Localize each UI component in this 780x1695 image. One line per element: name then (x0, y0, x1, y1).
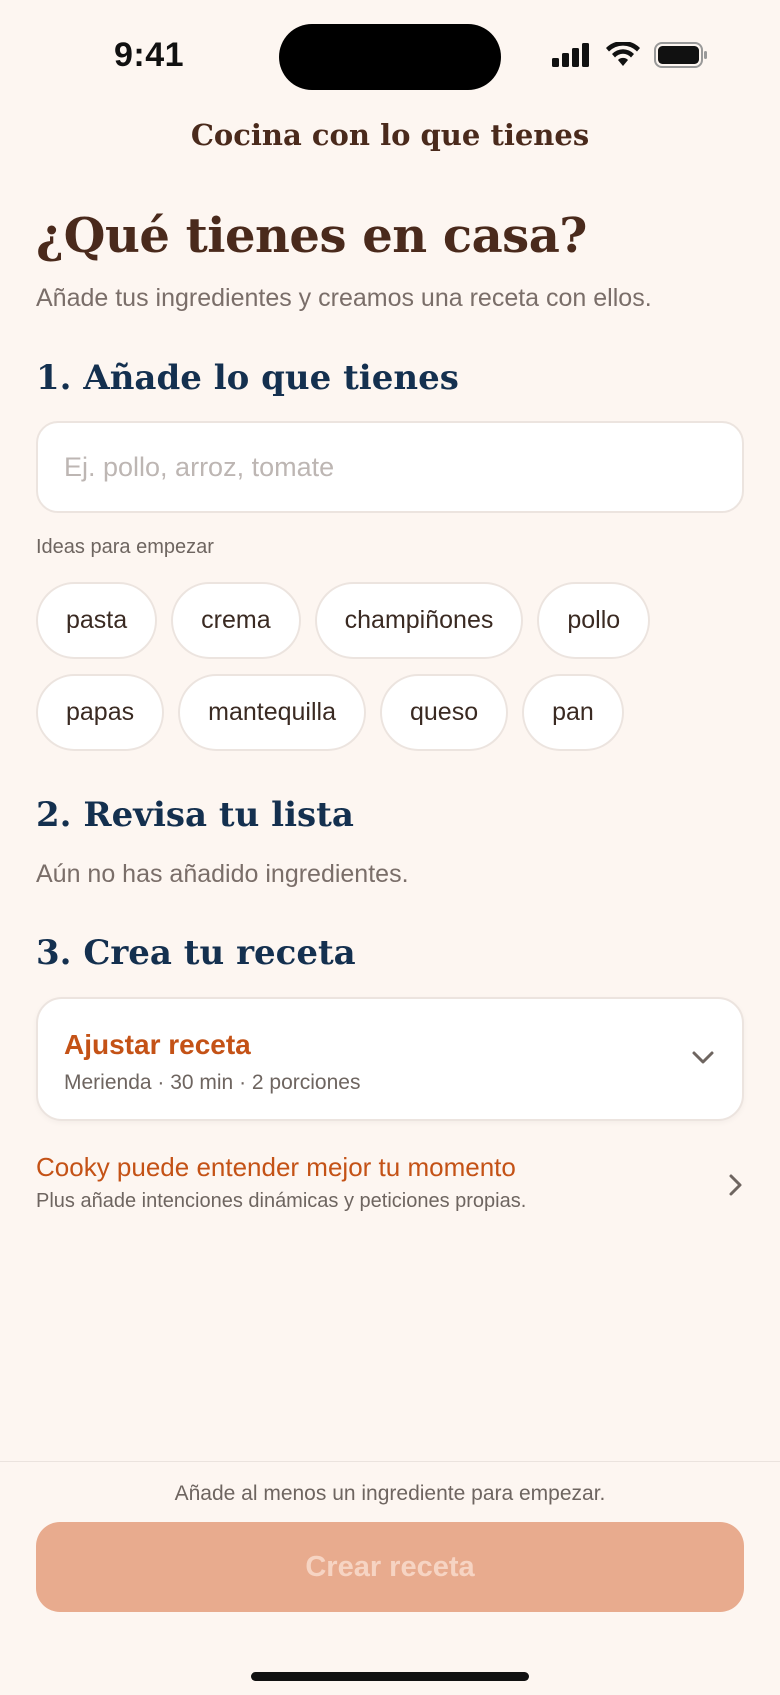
chip-row: papas mantequilla queso pan (36, 674, 756, 751)
chip-crema[interactable]: crema (171, 582, 301, 659)
promo-title: Cooky puede entender mejor tu momento (36, 1152, 516, 1182)
ingredient-suggestions: pasta crema champiñones pollo papas mant… (36, 582, 756, 766)
footer-divider (0, 1461, 780, 1462)
status-time: 9:41 (114, 36, 185, 74)
chevron-right-icon (729, 1174, 742, 1196)
status-bar: 9:41 (0, 0, 780, 110)
empty-list-text: Aún no has añadido ingredientes. (36, 860, 409, 888)
chip-pasta[interactable]: pasta (36, 582, 158, 659)
chip-queso[interactable]: queso (379, 674, 509, 751)
chip-row: pasta crema champiñones pollo (36, 582, 756, 659)
footer-hint: Añade al menos un ingrediente para empez… (174, 1482, 606, 1505)
cellular-signal-icon (552, 43, 589, 67)
ideas-label: Ideas para empezar (36, 536, 214, 558)
home-indicator (251, 1672, 529, 1681)
ingredient-input-container[interactable] (36, 421, 744, 513)
step1-title: 1. Añade lo que tienes (36, 358, 459, 398)
wifi-icon (606, 42, 640, 66)
chevron-down-icon (692, 1051, 714, 1064)
step3-title: 3. Crea tu receta (36, 933, 356, 973)
plus-promo-link[interactable]: Cooky puede entender mejor tu momento Pl… (36, 1150, 744, 1220)
chip-mantequilla[interactable]: mantequilla (178, 674, 366, 751)
app-title: Cocina con lo que tienes (190, 118, 590, 152)
chip-papas[interactable]: papas (36, 674, 165, 751)
ingredient-input[interactable] (64, 451, 716, 483)
page-subtitle: Añade tus ingredientes y creamos una rec… (36, 284, 652, 312)
adjust-recipe-card[interactable]: Ajustar receta Merienda · 30 min · 2 por… (36, 997, 744, 1121)
battery-icon (654, 42, 707, 68)
adjust-recipe-title: Ajustar receta (64, 1029, 251, 1060)
chip-pan[interactable]: pan (522, 674, 624, 751)
recipe-settings-summary: Merienda · 30 min · 2 porciones (64, 1071, 361, 1094)
dynamic-island (279, 24, 501, 90)
chip-pollo[interactable]: pollo (537, 582, 651, 659)
page-headline: ¿Qué tienes en casa? (36, 208, 587, 264)
step2-title: 2. Revisa tu lista (36, 795, 354, 835)
promo-subtitle: Plus añade intenciones dinámicas y petic… (36, 1190, 527, 1212)
status-icons (552, 42, 708, 68)
chip-champinones[interactable]: champiñones (314, 582, 524, 659)
create-recipe-button[interactable]: Crear receta (36, 1522, 744, 1612)
